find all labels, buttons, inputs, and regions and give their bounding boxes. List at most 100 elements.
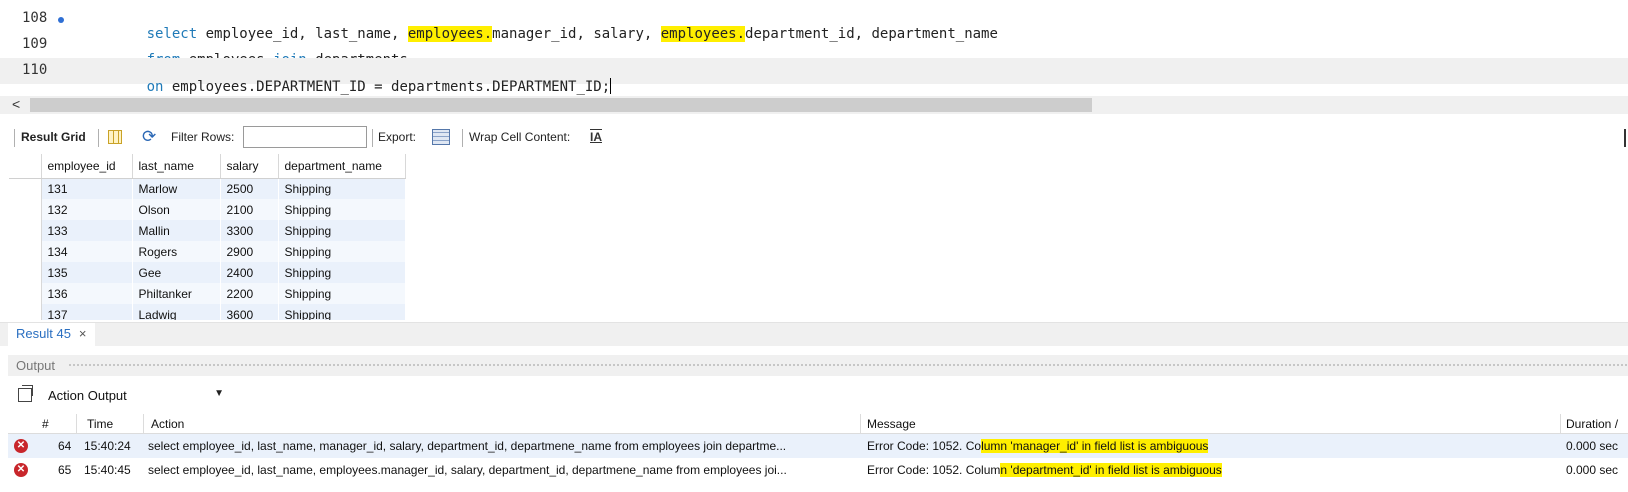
table-row[interactable]: 135 Gee 2400 Shipping <box>9 262 406 283</box>
table-cell[interactable]: 3600 <box>220 304 279 320</box>
table-cell[interactable]: Shipping <box>278 304 406 320</box>
row-header-corner[interactable] <box>9 154 42 179</box>
output-row-num: 65 <box>58 463 72 477</box>
code-token: employees.DEPARTMENT_ID = departments.DE… <box>163 79 611 95</box>
row-header[interactable] <box>9 262 42 283</box>
line-number: 110 <box>22 62 48 78</box>
output-selector-row: Action Output ▼ <box>0 384 1628 408</box>
line-number: 108 <box>22 10 48 26</box>
table-cell[interactable]: 2500 <box>220 178 279 199</box>
table-cell[interactable]: Olson <box>132 199 221 220</box>
table-cell[interactable]: 136 <box>41 283 133 304</box>
toolbar-separator <box>98 129 99 147</box>
table-row[interactable]: 137 Ladwig 3600 Shipping <box>9 304 406 320</box>
column-header[interactable]: last_name <box>132 154 221 179</box>
output-row[interactable]: ✕ 64 15:40:24 select employee_id, last_n… <box>8 434 1628 458</box>
table-row[interactable]: 133 Mallin 3300 Shipping <box>9 220 406 241</box>
row-header[interactable] <box>9 220 42 241</box>
error-icon: ✕ <box>14 463 28 477</box>
grid-layout-icon[interactable] <box>108 130 122 144</box>
scrollbar-thumb[interactable] <box>30 98 1092 112</box>
table-row[interactable]: 132 Olson 2100 Shipping <box>9 199 406 220</box>
row-header[interactable] <box>9 304 42 320</box>
result-tab[interactable]: Result 45 × <box>8 323 95 347</box>
output-type-value: Action Output <box>48 388 127 403</box>
row-header[interactable] <box>9 178 42 199</box>
column-header-duration[interactable]: Duration / <box>1566 417 1618 431</box>
chevron-down-icon[interactable]: ▼ <box>214 388 224 399</box>
column-header-time[interactable]: Time <box>87 417 113 431</box>
table-cell[interactable]: 3300 <box>220 220 279 241</box>
table-cell[interactable]: 133 <box>41 220 133 241</box>
wrap-cell-icon[interactable]: IA <box>590 130 602 144</box>
sql-editor[interactable]: 108 select employee_id, last_name, emplo… <box>0 0 1628 95</box>
result-grid-tab[interactable]: Result Grid <box>21 130 86 144</box>
table-cell[interactable]: Shipping <box>278 262 406 283</box>
error-icon: ✕ <box>14 439 28 453</box>
table-row[interactable]: 136 Philtanker 2200 Shipping <box>9 283 406 304</box>
table-cell[interactable]: 2200 <box>220 283 279 304</box>
result-toolbar: Result Grid ⟳ Filter Rows: Export: Wrap … <box>0 125 1628 151</box>
table-cell[interactable]: 137 <box>41 304 133 320</box>
line-number: 109 <box>22 36 48 52</box>
table-cell[interactable]: Ladwig <box>132 304 221 320</box>
column-header-message[interactable]: Message <box>867 417 916 431</box>
table-cell[interactable]: Shipping <box>278 220 406 241</box>
output-header-row: # Time Action Message Duration / <box>8 414 1628 434</box>
table-cell[interactable]: 132 <box>41 199 133 220</box>
output-panel-header: Output <box>8 355 1628 376</box>
copy-icon[interactable] <box>18 385 33 402</box>
filter-rows-label: Filter Rows: <box>171 130 235 144</box>
result-tab-label: Result 45 <box>16 326 71 341</box>
column-header[interactable]: employee_id <box>41 154 133 179</box>
row-header[interactable] <box>9 199 42 220</box>
wrap-cell-label: Wrap Cell Content: <box>469 130 571 144</box>
result-grid[interactable]: employee_id last_name salary department_… <box>9 154 419 320</box>
text-caret <box>610 78 612 94</box>
column-header-num[interactable]: # <box>42 417 49 431</box>
row-header[interactable] <box>9 283 42 304</box>
code-line-110[interactable]: 110 on employees.DEPARTMENT_ID = departm… <box>0 58 1628 95</box>
output-row[interactable]: ✕ 65 15:40:45 select employee_id, last_n… <box>8 458 1628 482</box>
toolbar-separator <box>372 129 373 147</box>
table-cell[interactable]: Shipping <box>278 241 406 262</box>
table-cell[interactable]: 2400 <box>220 262 279 283</box>
export-label: Export: <box>378 130 417 144</box>
table-row[interactable]: 131 Marlow 2500 Shipping <box>9 178 406 199</box>
table-cell[interactable]: Shipping <box>278 178 406 199</box>
scroll-left-arrow-icon[interactable]: < <box>12 96 20 112</box>
refresh-icon[interactable]: ⟳ <box>142 127 156 147</box>
code-line-109[interactable]: 109 from employees join departments <box>0 32 1628 68</box>
table-row[interactable]: 134 Rogers 2900 Shipping <box>9 241 406 262</box>
editor-horizontal-scrollbar[interactable]: < <box>0 96 1628 114</box>
table-cell[interactable]: Gee <box>132 262 221 283</box>
output-row-action: select employee_id, last_name, employees… <box>148 463 787 477</box>
filter-rows-input[interactable] <box>243 126 367 148</box>
table-cell[interactable]: Shipping <box>278 199 406 220</box>
close-icon[interactable]: × <box>79 326 87 341</box>
export-icon[interactable] <box>432 129 450 145</box>
table-cell[interactable]: 2100 <box>220 199 279 220</box>
result-tab-bar: Result 45 × <box>0 322 1628 347</box>
column-header-action[interactable]: Action <box>151 417 184 431</box>
result-table: employee_id last_name salary department_… <box>9 154 406 320</box>
table-cell[interactable]: 134 <box>41 241 133 262</box>
code-line-108[interactable]: 108 select employee_id, last_name, emplo… <box>0 6 1628 42</box>
output-row-num: 64 <box>58 439 72 453</box>
statement-marker-icon <box>58 17 64 23</box>
column-header[interactable]: department_name <box>278 154 406 179</box>
table-cell[interactable]: 135 <box>41 262 133 283</box>
row-header[interactable] <box>9 241 42 262</box>
table-cell[interactable]: 2900 <box>220 241 279 262</box>
column-header[interactable]: salary <box>220 154 279 179</box>
output-title: Output <box>16 358 60 373</box>
output-type-select[interactable]: Action Output ▼ <box>44 386 230 406</box>
table-cell[interactable]: Shipping <box>278 283 406 304</box>
table-cell[interactable]: Marlow <box>132 178 221 199</box>
table-cell[interactable]: Philtanker <box>132 283 221 304</box>
output-row-message: Error Code: 1052. Column 'department_id'… <box>867 463 1222 477</box>
table-cell[interactable]: 131 <box>41 178 133 199</box>
table-cell[interactable]: Mallin <box>132 220 221 241</box>
table-cell[interactable]: Rogers <box>132 241 221 262</box>
drag-handle[interactable] <box>68 363 1628 368</box>
